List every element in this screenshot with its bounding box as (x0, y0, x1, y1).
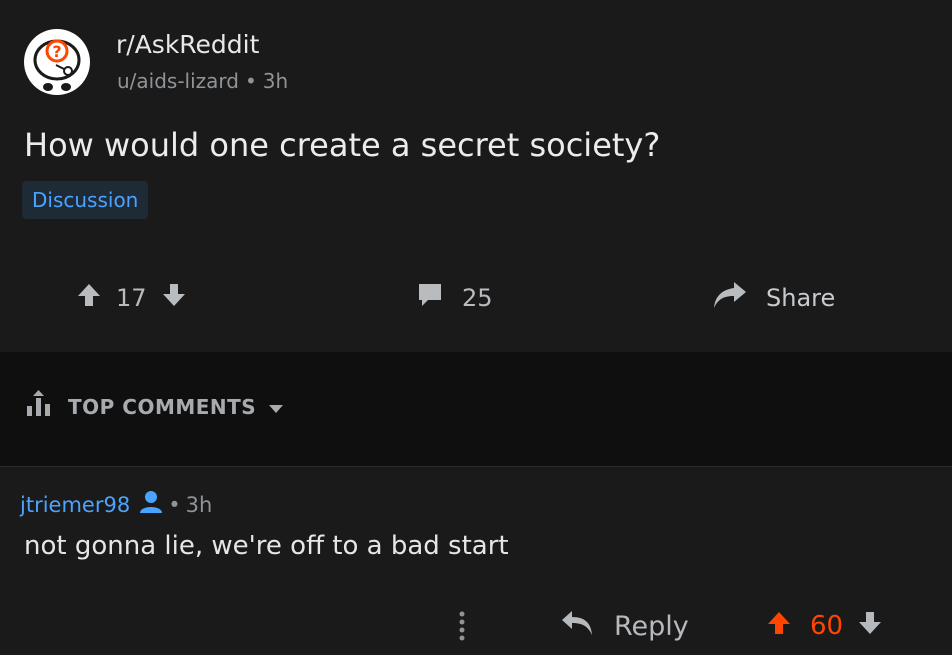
share-icon (712, 280, 748, 316)
post-card: ? r/AskReddit u/aids-lizard • 3h How would… (0, 0, 952, 352)
comment-actions: Reply 60 (0, 603, 952, 649)
share-button[interactable]: Share (712, 272, 835, 324)
reply-icon (560, 609, 596, 644)
comments-button[interactable]: 25 (416, 272, 493, 324)
reply-button[interactable]: Reply (560, 603, 689, 649)
comment-separator: • (168, 492, 181, 517)
comment-header: jtriemer98 • 3h (20, 490, 212, 519)
post-flair[interactable]: Discussion (22, 181, 149, 219)
upvote-icon[interactable] (76, 282, 102, 314)
comment: jtriemer98 • 3h not gonna lie, we're off… (0, 467, 952, 655)
downvote-icon[interactable] (161, 282, 187, 314)
share-label: Share (766, 284, 836, 312)
sort-dropdown[interactable]: TOP COMMENTS (24, 390, 284, 423)
caret-down-icon (268, 395, 284, 419)
user-icon (138, 490, 164, 519)
comment-body: not gonna lie, we're off to a bad start (24, 531, 509, 561)
more-icon[interactable] (456, 609, 468, 647)
comments-sort-bar: TOP COMMENTS (0, 352, 952, 467)
comment-username[interactable]: jtriemer98 (20, 493, 130, 517)
post-meta: u/aids-lizard • 3h (117, 69, 288, 93)
comment-score: 60 (810, 611, 844, 641)
reply-label: Reply (614, 610, 689, 642)
upvote-icon[interactable] (766, 610, 792, 643)
post-author[interactable]: u/aids-lizard (117, 69, 239, 93)
subreddit-avatar-icon[interactable]: ? (24, 29, 90, 95)
subreddit-name[interactable]: r/AskReddit (116, 30, 259, 59)
post-vote: 17 (76, 272, 187, 324)
downvote-icon[interactable] (857, 610, 883, 643)
post-actions: 17 25 Share (0, 272, 952, 324)
sort-icon (24, 390, 58, 423)
post-title[interactable]: How would one create a secret society? (24, 126, 660, 164)
comment-vote: 60 (766, 603, 883, 649)
meta-separator: • (245, 69, 257, 93)
comment-icon (416, 281, 444, 315)
post-score: 17 (116, 284, 147, 312)
comment-age: 3h (185, 492, 213, 517)
post-age: 3h (262, 69, 289, 93)
sort-label: TOP COMMENTS (68, 394, 257, 419)
comment-count: 25 (462, 284, 493, 312)
svg-text:?: ? (52, 42, 61, 61)
